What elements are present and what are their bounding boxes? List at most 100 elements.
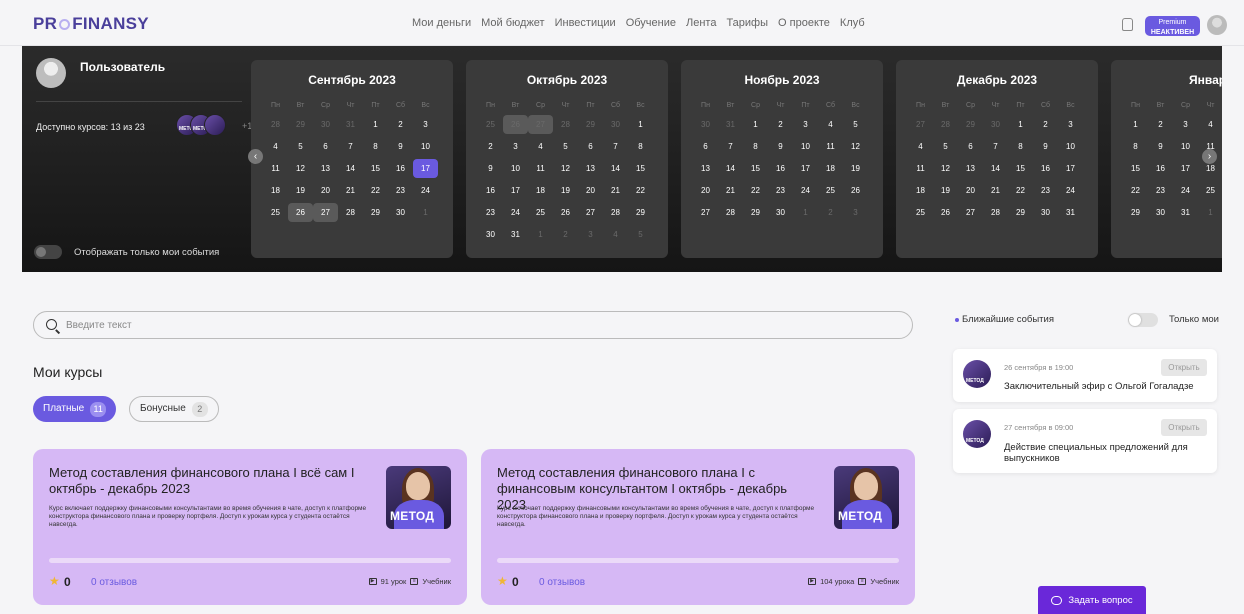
calendar-day[interactable]: 12	[288, 159, 313, 178]
calendar-day[interactable]: 29	[743, 203, 768, 222]
calendar-day[interactable]: 4	[1198, 115, 1222, 134]
calendar-prev-arrow-icon[interactable]: ‹	[248, 149, 263, 164]
calendar-day[interactable]: 16	[478, 181, 503, 200]
calendar-day[interactable]: 7	[603, 137, 628, 156]
calendar-day[interactable]: 3	[793, 115, 818, 134]
event-card[interactable]: МЕТОД 27 сентября в 09:00 Действие специ…	[953, 409, 1217, 473]
calendar-day[interactable]: 17	[503, 181, 528, 200]
calendar-day[interactable]: 9	[1033, 137, 1058, 156]
calendar-day[interactable]: 31	[338, 115, 363, 134]
calendar-day[interactable]: 1	[1008, 115, 1033, 134]
calendar-day[interactable]: 15	[1123, 159, 1148, 178]
calendar-day[interactable]: 1	[413, 203, 438, 222]
calendar-day[interactable]: 23	[388, 181, 413, 200]
calendar-day[interactable]: 27	[578, 203, 603, 222]
calendar-day[interactable]: 6	[313, 137, 338, 156]
calendar-day[interactable]: 9	[768, 137, 793, 156]
calendar-day[interactable]: 1	[1123, 115, 1148, 134]
tab-bonus[interactable]: Бонусные 2	[129, 396, 219, 422]
calendar-day[interactable]: 30	[768, 203, 793, 222]
calendar-day[interactable]: 21	[603, 181, 628, 200]
nav-item-investments[interactable]: Инвестиции	[555, 17, 616, 29]
calendar-day[interactable]: 30	[388, 203, 413, 222]
calendar-day[interactable]: 28	[983, 203, 1008, 222]
calendar-day[interactable]: 24	[413, 181, 438, 200]
calendar-day[interactable]: 26	[288, 203, 313, 222]
calendar-day[interactable]: 10	[413, 137, 438, 156]
calendar-day[interactable]: 2	[1033, 115, 1058, 134]
calendar-day[interactable]: 24	[1173, 181, 1198, 200]
event-card[interactable]: МЕТОД 26 сентября в 19:00 Заключительный…	[953, 349, 1217, 402]
calendar-day[interactable]: 10	[1173, 137, 1198, 156]
calendar-day[interactable]: 16	[1033, 159, 1058, 178]
user-avatar[interactable]	[1207, 15, 1227, 35]
calendar-day[interactable]: 6	[693, 137, 718, 156]
event-open-button[interactable]: Открыть	[1161, 419, 1207, 436]
calendar-day[interactable]: 31	[718, 115, 743, 134]
calendar-day[interactable]: 31	[1058, 203, 1083, 222]
nav-item-about[interactable]: О проекте	[778, 17, 830, 29]
calendar-day[interactable]: 5	[628, 225, 653, 244]
calendar-day[interactable]: 11	[528, 159, 553, 178]
calendar-day[interactable]: 9	[478, 159, 503, 178]
calendar-day[interactable]: 8	[1008, 137, 1033, 156]
calendar-day[interactable]: 6	[578, 137, 603, 156]
calendar-day[interactable]: 8	[363, 137, 388, 156]
calendar-day[interactable]: 30	[478, 225, 503, 244]
logo[interactable]: PR FINANSY	[33, 14, 149, 34]
calendar-day[interactable]: 1	[628, 115, 653, 134]
calendar-day[interactable]: 24	[793, 181, 818, 200]
calendar-day[interactable]: 27	[958, 203, 983, 222]
nav-item-budget[interactable]: Мой бюджет	[481, 17, 544, 29]
calendar-day[interactable]: 17	[1173, 159, 1198, 178]
calendar-day[interactable]: 7	[338, 137, 363, 156]
calendar-day[interactable]: 29	[363, 203, 388, 222]
event-open-button[interactable]: Открыть	[1161, 359, 1207, 376]
calendar-day[interactable]: 26	[843, 181, 868, 200]
calendar-day[interactable]: 8	[743, 137, 768, 156]
calendar-day[interactable]: 17	[1058, 159, 1083, 178]
calendar-day[interactable]: 10	[793, 137, 818, 156]
calendar-day[interactable]: 18	[528, 181, 553, 200]
calendar-day[interactable]: 16	[1148, 159, 1173, 178]
calendar-day[interactable]: 27	[313, 203, 338, 222]
calendar-day[interactable]: 29	[578, 115, 603, 134]
calendar-day[interactable]: 4	[908, 137, 933, 156]
calendar-day[interactable]: 4	[818, 115, 843, 134]
only-mine-toggle[interactable]	[1128, 313, 1158, 327]
calendar-day[interactable]: 28	[338, 203, 363, 222]
calendar-day[interactable]: 1	[363, 115, 388, 134]
course-card[interactable]: Метод составления финансового плана I с …	[481, 449, 915, 605]
calendar-day[interactable]: 20	[313, 181, 338, 200]
calendar-day[interactable]: 30	[983, 115, 1008, 134]
calendar-day[interactable]: 29	[1008, 203, 1033, 222]
calendar-day[interactable]: 29	[628, 203, 653, 222]
calendar-day[interactable]: 15	[743, 159, 768, 178]
calendar-day[interactable]: 21	[718, 181, 743, 200]
nav-item-club[interactable]: Клуб	[840, 17, 865, 29]
calendar-day[interactable]: 14	[983, 159, 1008, 178]
calendar-day[interactable]: 27	[693, 203, 718, 222]
calendar-day[interactable]: 28	[933, 115, 958, 134]
calendar-day[interactable]: 11	[908, 159, 933, 178]
calendar-day[interactable]: 16	[768, 159, 793, 178]
calendar-day[interactable]: 17	[793, 159, 818, 178]
calendar-day[interactable]: 12	[933, 159, 958, 178]
calendar-day[interactable]: 18	[818, 159, 843, 178]
nav-item-learning[interactable]: Обучение	[626, 17, 676, 29]
calendar-day[interactable]: 19	[553, 181, 578, 200]
calendar-day[interactable]: 23	[478, 203, 503, 222]
calendar-day[interactable]: 25	[528, 203, 553, 222]
calendar-day[interactable]: 25	[1198, 181, 1222, 200]
course-card[interactable]: Метод составления финансового плана I вс…	[33, 449, 467, 605]
calendar-day[interactable]: 28	[718, 203, 743, 222]
calendar-day[interactable]: 28	[263, 115, 288, 134]
calendar-day[interactable]: 1	[528, 225, 553, 244]
calendar-day[interactable]: 14	[718, 159, 743, 178]
calendar-day[interactable]: 26	[503, 115, 528, 134]
calendar-day[interactable]: 12	[843, 137, 868, 156]
calendar-day[interactable]: 2	[768, 115, 793, 134]
calendar-day[interactable]: 9	[1148, 137, 1173, 156]
calendar-day[interactable]: 21	[983, 181, 1008, 200]
calendar-day[interactable]: 5	[933, 137, 958, 156]
